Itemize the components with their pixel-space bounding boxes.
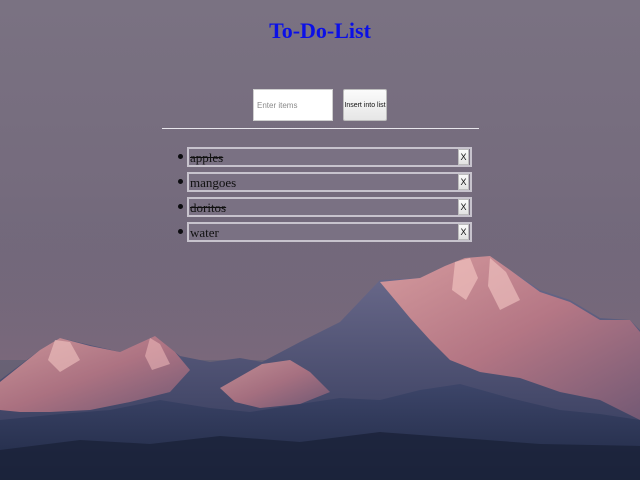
remove-item-button[interactable]: X — [458, 149, 469, 165]
divider — [162, 128, 479, 129]
remove-item-button[interactable]: X — [458, 224, 469, 240]
list-item-text: doritos — [190, 200, 227, 215]
bullet-icon — [178, 229, 183, 234]
bullet-icon — [178, 179, 183, 184]
list-item[interactable]: water X — [178, 222, 472, 242]
list-item-text: water — [190, 225, 219, 240]
remove-item-button[interactable]: X — [458, 174, 469, 190]
bullet-icon — [178, 154, 183, 159]
bullet-icon — [178, 204, 183, 209]
page-title: To-Do-List — [269, 18, 371, 43]
item-input[interactable] — [253, 89, 333, 121]
remove-item-button[interactable]: X — [458, 199, 469, 215]
list-item-text: apples — [190, 150, 224, 165]
list-item[interactable]: mangoes X — [178, 172, 472, 192]
todo-list: apples X mangoes X doritos X water X — [178, 147, 472, 247]
list-item-text: mangoes — [190, 175, 237, 190]
insert-into-list-button[interactable]: Insert into list — [343, 89, 387, 121]
list-item[interactable]: doritos X — [178, 197, 472, 217]
list-item[interactable]: apples X — [178, 147, 472, 167]
